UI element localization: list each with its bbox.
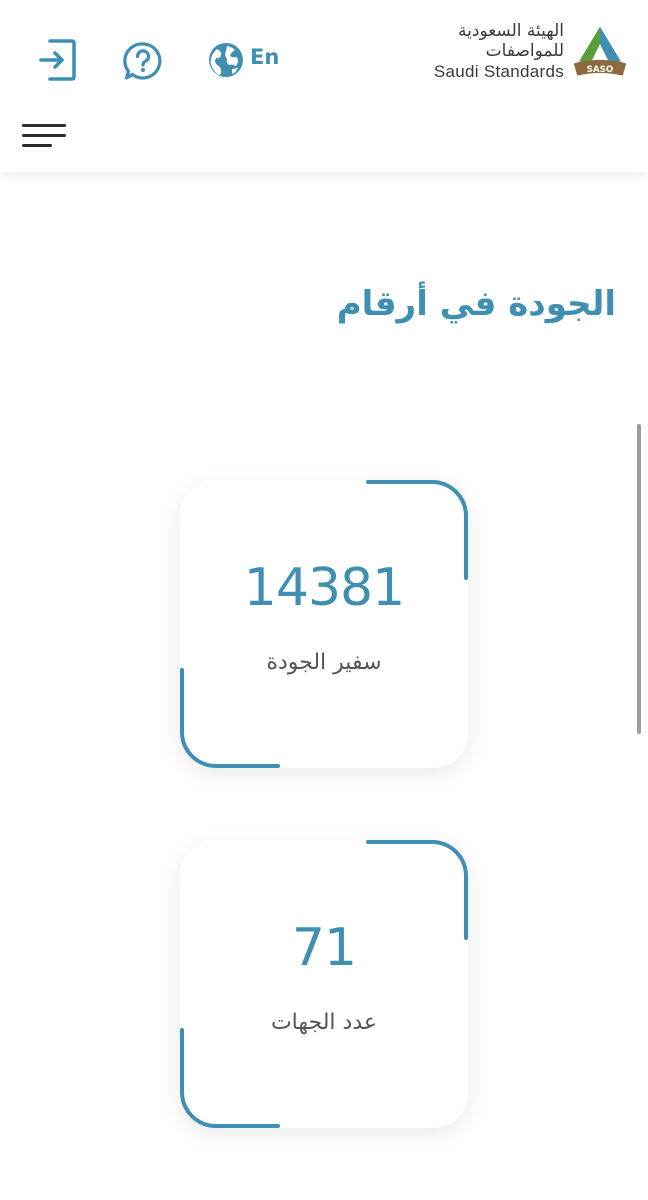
language-switch-button[interactable]: En: [208, 38, 294, 82]
stat-value: 71: [291, 918, 357, 978]
logo-arabic-name: الهيئة السعودية للمواصفات: [458, 21, 565, 61]
scrollbar[interactable]: [637, 424, 641, 734]
logo-english-name: Saudi Standards: [433, 62, 565, 81]
card-corner-accent: [180, 480, 468, 768]
stat-card-entities-count: 71 عدد الجهات: [180, 840, 468, 1128]
stat-value: 14381: [243, 558, 405, 618]
site-header: En الهيئة السعودية للمواصفات Saudi Stand…: [0, 0, 648, 172]
help-button[interactable]: [120, 38, 166, 84]
help-question-icon: [123, 42, 162, 80]
hamburger-menu-button[interactable]: [22, 118, 68, 154]
saso-logo[interactable]: الهيئة السعودية للمواصفات Saudi Standard…: [398, 20, 628, 84]
language-label: En: [250, 45, 280, 69]
login-button[interactable]: [36, 36, 80, 84]
stat-label: سفير الجودة: [266, 650, 382, 675]
stat-label: عدد الجهات: [270, 1010, 378, 1035]
globe-icon: [209, 43, 243, 77]
stat-card-quality-ambassadors: 14381 سفير الجودة: [180, 480, 468, 768]
section-title: الجودة في أرقام: [336, 284, 616, 324]
emblem-text: SASO: [587, 65, 614, 75]
hamburger-menu-icon: [22, 124, 66, 127]
card-corner-accent: [180, 840, 468, 1128]
saso-emblem-icon: SASO: [573, 26, 627, 76]
login-icon: [39, 39, 76, 81]
